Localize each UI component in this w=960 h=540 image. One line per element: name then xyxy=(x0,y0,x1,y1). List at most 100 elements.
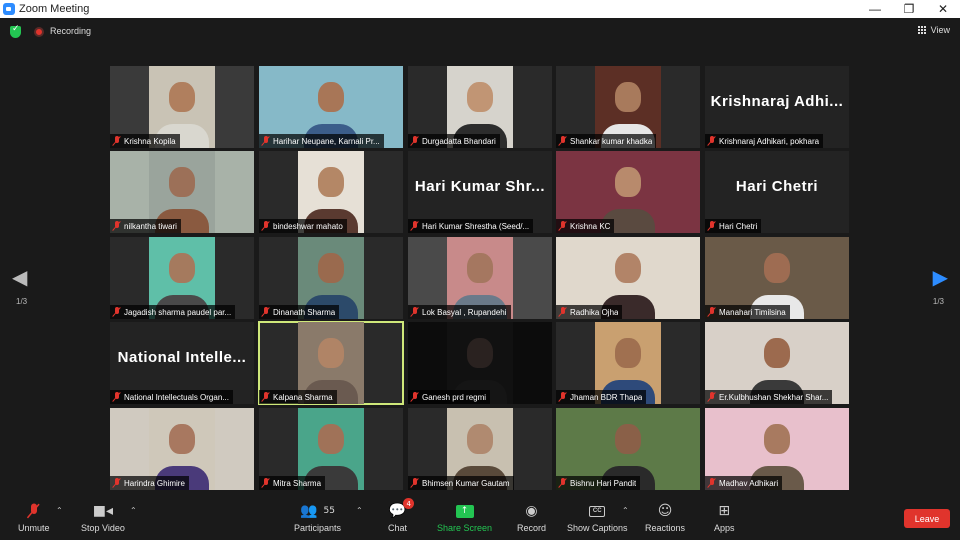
participant-tile[interactable]: Jagadish sharma paudel par... xyxy=(110,237,254,319)
muted-mic-icon xyxy=(411,307,419,317)
minimize-button[interactable]: — xyxy=(858,0,892,18)
share-screen-icon: ↑ xyxy=(455,504,474,518)
participant-face xyxy=(764,424,790,455)
unmute-button[interactable]: Unmute xyxy=(18,502,50,533)
previous-page-arrow-icon[interactable]: ◀ xyxy=(12,268,27,288)
participant-face xyxy=(467,253,493,284)
participants-options-chevron-icon[interactable]: ⌃ xyxy=(356,506,363,515)
participant-face xyxy=(615,253,641,284)
participant-tile[interactable]: Durgadatta Bhandari xyxy=(408,66,552,148)
muted-mic-icon xyxy=(30,502,38,520)
muted-mic-icon xyxy=(262,307,270,317)
leave-button[interactable]: Leave xyxy=(904,509,950,528)
participant-name-label: Bishnu Hari Pandit xyxy=(556,476,641,490)
participant-face xyxy=(764,338,790,369)
chat-badge: 4 xyxy=(403,498,415,509)
chat-label: Chat xyxy=(388,523,408,533)
participant-tile[interactable]: bindeshwar mahato xyxy=(259,151,403,233)
participant-tile[interactable]: Krishna Kopila xyxy=(110,66,254,148)
stop-video-button[interactable]: ■◂ Stop Video xyxy=(81,502,125,533)
participant-name-label: Er.Kulbhushan Shekhar Shar... xyxy=(705,390,833,404)
participant-tile[interactable]: Hari Kumar Shr... Hari Kumar Shrestha (Se… xyxy=(408,151,552,233)
audio-options-chevron-icon[interactable]: ⌃ xyxy=(56,506,63,515)
next-page-arrow-icon[interactable]: ▶ xyxy=(933,268,948,288)
participant-tile[interactable]: Mitra Sharma xyxy=(259,408,403,490)
participant-name-label: Hari Chetri xyxy=(705,219,762,233)
apps-button[interactable]: ⊞ Apps xyxy=(714,502,735,533)
participant-tile[interactable]: Lok Basyal , Rupandehi xyxy=(408,237,552,319)
muted-mic-icon xyxy=(559,136,567,146)
participant-name: Durgadatta Bhandari xyxy=(422,136,496,146)
participant-face xyxy=(764,253,790,284)
share-screen-button[interactable]: ↑ Share Screen xyxy=(437,502,492,533)
participant-tile[interactable]: Er.Kulbhushan Shekhar Shar... xyxy=(705,322,849,404)
participant-face xyxy=(615,424,641,455)
participant-tile[interactable]: Jhaman BDR Thapa xyxy=(556,322,700,404)
muted-mic-icon xyxy=(708,221,716,231)
reactions-button[interactable]: ☺ Reactions xyxy=(645,502,685,533)
participant-face xyxy=(169,167,195,198)
captions-options-chevron-icon[interactable]: ⌃ xyxy=(622,506,629,515)
participant-tile[interactable]: Madhav Adhikari xyxy=(705,408,849,490)
show-captions-button[interactable]: CC Show Captions xyxy=(567,502,628,533)
apps-label: Apps xyxy=(714,523,735,533)
participant-tile[interactable]: Bishnu Hari Pandit xyxy=(556,408,700,490)
participants-icon: 👥 55 xyxy=(300,503,335,519)
participant-tile[interactable]: Manahari Timilsina xyxy=(705,237,849,319)
participant-name: Harindra Ghimire xyxy=(124,478,185,488)
participant-face xyxy=(169,82,195,113)
participant-display-name: National Intelle... xyxy=(117,349,247,366)
participant-name: National Intellectuals Organ... xyxy=(124,392,229,402)
participant-name: nilkantha tiwari xyxy=(124,221,177,231)
participant-name-label: Hari Kumar Shrestha (Seed/... xyxy=(408,219,534,233)
muted-mic-icon xyxy=(708,478,716,488)
participant-face xyxy=(467,424,493,455)
participant-name: Bhimsen Kumar Gautam xyxy=(422,478,510,488)
video-options-chevron-icon[interactable]: ⌃ xyxy=(130,506,137,515)
participant-tile[interactable]: Kalpana Sharma xyxy=(258,321,404,405)
record-button[interactable]: ◉ Record xyxy=(517,502,546,533)
muted-mic-icon xyxy=(411,221,419,231)
participant-face xyxy=(169,253,195,284)
participant-face xyxy=(318,424,344,455)
participant-name: Kalpana Sharma xyxy=(273,392,333,402)
participant-name: Krishna Kopila xyxy=(124,136,176,146)
participant-tile[interactable]: Harihar Neupane, Karnali Pr... xyxy=(259,66,403,148)
participant-name-label: Ganesh prd regmi xyxy=(408,390,491,404)
participant-tile[interactable]: Radhika Ojha xyxy=(556,237,700,319)
participants-count: 55 xyxy=(323,506,335,516)
participant-tile[interactable]: Ganesh prd regmi xyxy=(408,322,552,404)
participants-button[interactable]: 👥 55 Participants xyxy=(294,502,341,533)
maximize-button[interactable]: ❐ xyxy=(892,0,926,18)
participant-tile[interactable]: Krishna KC xyxy=(556,151,700,233)
participant-name: Ganesh prd regmi xyxy=(422,392,487,402)
participant-tile[interactable]: Harindra Ghimire xyxy=(110,408,254,490)
muted-mic-icon xyxy=(559,392,567,402)
participant-name: Hari Kumar Shrestha (Seed/... xyxy=(422,221,530,231)
participant-tile[interactable]: Bhimsen Kumar Gautam xyxy=(408,408,552,490)
participant-tile[interactable]: Shankar kumar khadka xyxy=(556,66,700,148)
participant-tile[interactable]: Krishnaraj Adhi... Krishnaraj Adhikari, p… xyxy=(705,66,849,148)
view-button[interactable]: View xyxy=(917,25,950,35)
participant-name: Krishnaraj Adhikari, pokhara xyxy=(719,136,820,146)
participant-name-label: National Intellectuals Organ... xyxy=(110,390,233,404)
participant-name-label: Manahari Timilsina xyxy=(705,305,790,319)
participant-tile[interactable]: nilkantha tiwari xyxy=(110,151,254,233)
stop-video-label: Stop Video xyxy=(81,523,125,533)
participant-name-label: Krishnaraj Adhikari, pokhara xyxy=(705,134,824,148)
participant-name-label: Bhimsen Kumar Gautam xyxy=(408,476,514,490)
security-shield-icon[interactable] xyxy=(10,24,21,38)
participant-tile[interactable]: National Intelle... National Intellectual… xyxy=(110,322,254,404)
participant-gallery: Krishna Kopila Harihar Neupane, Karnali P… xyxy=(110,66,850,491)
participant-name: Radhika Ojha xyxy=(570,307,619,317)
chat-button[interactable]: 💬 4 Chat xyxy=(388,498,415,533)
meeting-toolbar: Unmute ⌃ ■◂ Stop Video ⌃ 👥 55 Participant… xyxy=(0,496,960,540)
participant-tile[interactable]: Hari Chetri Hari Chetri xyxy=(705,151,849,233)
close-button[interactable]: ✕ xyxy=(926,0,960,18)
reactions-icon: ☺ xyxy=(657,503,673,519)
participant-name-label: Harihar Neupane, Karnali Pr... xyxy=(259,134,384,148)
muted-mic-icon xyxy=(411,478,419,488)
participant-name-label: Mitra Sharma xyxy=(259,476,326,490)
participants-label: Participants xyxy=(294,523,342,533)
participant-tile[interactable]: Dinanath Sharma xyxy=(259,237,403,319)
